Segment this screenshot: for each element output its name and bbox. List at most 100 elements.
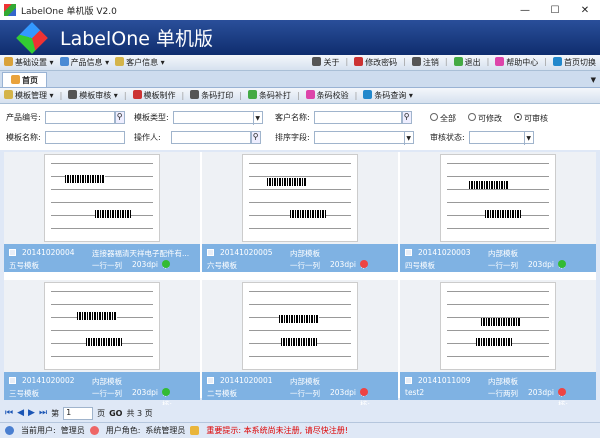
customer-name-input[interactable] <box>313 111 402 124</box>
user-icon <box>5 426 14 435</box>
pagination: ⏮ ◀ ▶ ⏭ 第 1 页 GO 共 3 页 <box>0 405 600 421</box>
next-page-icon[interactable]: ▶ <box>28 408 35 418</box>
toolbar-2-icon <box>132 90 142 99</box>
prev-page-icon[interactable]: ◀ <box>17 408 24 418</box>
card-info: 20141020001 内部模板 二号模板 一行一列 203dpi 审核: <box>202 372 398 409</box>
toolbar-3-icon <box>190 90 200 99</box>
radio-0[interactable]: 全部 <box>430 113 456 124</box>
toolbar-5[interactable]: 条码校验 <box>305 90 349 101</box>
rejected-icon <box>360 388 368 396</box>
first-page-icon[interactable]: ⏮ <box>5 408 13 418</box>
radio-1[interactable]: 可修改 <box>468 113 502 124</box>
toolbar-1-icon <box>68 90 78 99</box>
menu-1[interactable]: 产品信息 ▾ <box>59 57 109 68</box>
banner: LabelOne 单机版 <box>0 20 600 55</box>
menu-right-2[interactable]: 注销 <box>411 57 439 68</box>
card-info: 20141011009 内部模板 test2 一行两列 203dpi 审核: <box>400 372 596 409</box>
card-info: 20141020003 内部模板 四号模板 一行一列 203dpi 审核: <box>400 244 596 281</box>
template-name-input[interactable] <box>44 131 125 144</box>
template-grid: 20141020004 连接器福清天祥电子配件有... 五号模板 一行一列 20… <box>4 152 596 409</box>
menu-right-1[interactable]: 修改密码 <box>354 57 397 68</box>
menu-2[interactable]: 客户信息 ▾ <box>115 57 165 68</box>
card-checkbox[interactable] <box>405 377 412 384</box>
toolbar-1[interactable]: 模板审核 ▾ <box>68 90 118 101</box>
template-card[interactable]: 20141020002 内部模板 三号模板 一行一列 203dpi 审核: <box>4 280 200 409</box>
rejected-icon <box>360 260 368 268</box>
toolbar-6[interactable]: 条码查询 ▾ <box>363 90 413 101</box>
chevron-down-icon: ▼ <box>403 132 413 145</box>
label-preview <box>242 154 358 242</box>
template-card[interactable]: 20141020005 内部模板 六号模板 一行一列 203dpi 审核: <box>202 152 398 281</box>
label-preview <box>44 154 160 242</box>
toolbar-5-icon <box>305 90 315 99</box>
template-card[interactable]: 20141020001 内部模板 二号模板 一行一列 203dpi 审核: <box>202 280 398 409</box>
template-type-select[interactable]: ▼ <box>172 111 263 125</box>
toolbar-3[interactable]: 条码打印 <box>190 90 233 101</box>
minimize-button[interactable]: — <box>510 5 540 16</box>
sort-field-select[interactable]: ▼ <box>313 131 414 145</box>
close-button[interactable]: ✕ <box>570 5 600 16</box>
card-info: 20141020004 连接器福清天祥电子配件有... 五号模板 一行一列 20… <box>4 244 200 281</box>
menu-right-3[interactable]: 退出 <box>453 57 481 68</box>
toolbar-4[interactable]: 条码补打 <box>247 90 291 101</box>
chevron-down-icon: ▼ <box>252 112 262 125</box>
card-checkbox[interactable] <box>9 249 16 256</box>
card-checkbox[interactable] <box>9 377 16 384</box>
window-title: LabelOne 单机版 V2.0 <box>21 6 117 17</box>
chevron-down-icon: ▼ <box>523 132 533 145</box>
maximize-button[interactable]: ☐ <box>540 5 570 16</box>
template-card[interactable]: 20141020004 连接器福清天祥电子配件有... 五号模板 一行一列 20… <box>4 152 200 281</box>
card-checkbox[interactable] <box>207 249 214 256</box>
card-info: 20141020005 内部模板 六号模板 一行一列 203dpi 审核: <box>202 244 398 281</box>
home-icon <box>11 75 20 84</box>
app-logo-icon <box>4 4 16 16</box>
banner-title: LabelOne 单机版 <box>60 28 213 50</box>
audit-status-select[interactable]: ▼ <box>468 131 534 145</box>
tab-menu-chevron-icon[interactable]: ▼ <box>587 76 600 87</box>
menu-right-3-icon <box>453 57 463 66</box>
filter-panel: 产品编号: ⚲ 模板类型: ▼ 客户名称: ⚲ 全部 可修改 可审核 模板名称: 操作人:… <box>0 104 600 150</box>
menu-right-5[interactable]: 首页切换 <box>553 57 596 68</box>
radio-2[interactable]: 可审核 <box>514 113 548 124</box>
card-info: 20141020002 内部模板 三号模板 一行一列 203dpi 审核: <box>4 372 200 409</box>
toolbar-0-icon <box>4 90 13 99</box>
page-input[interactable]: 1 <box>63 406 94 420</box>
label-preview <box>440 154 556 242</box>
search-icon[interactable]: ⚲ <box>250 131 261 144</box>
label-preview <box>242 282 358 370</box>
toolbar-6-icon <box>363 90 373 99</box>
toolbar-4-icon <box>247 90 257 99</box>
menu-right-4[interactable]: 帮助中心 <box>495 57 538 68</box>
rejected-icon <box>558 388 566 396</box>
toolbar-0[interactable]: 模板管理 ▾ <box>4 90 54 101</box>
title-bar: LabelOne 单机版 V2.0 — ☐ ✕ <box>0 0 600 20</box>
toolbar: 模板管理 ▾ | 模板审核 ▾ | 模板制作 | 条码打印 | 条码补打 | 条码校验 | 条码查询 ▾ <box>0 88 600 104</box>
card-checkbox[interactable] <box>405 249 412 256</box>
cube-logo-icon <box>16 21 48 54</box>
last-page-icon[interactable]: ⏭ <box>39 408 47 418</box>
menu-right-5-icon <box>553 57 562 66</box>
menu-right-1-icon <box>354 57 364 66</box>
menu-1-icon <box>59 57 69 66</box>
menu-right-0[interactable]: 关于 <box>312 57 339 68</box>
status-bar: 当前用户: 管理员 用户角色: 系统管理员 重要提示: 本系统尚未注册, 请尽快注册… <box>0 422 600 438</box>
menu-0-icon <box>4 57 13 66</box>
template-card[interactable]: 20141011009 内部模板 test2 一行两列 203dpi 审核: <box>400 280 596 409</box>
role-icon <box>89 426 99 435</box>
tab-home[interactable]: 首页 <box>2 72 47 87</box>
search-icon[interactable]: ⚲ <box>401 111 412 124</box>
approved-icon <box>558 260 566 268</box>
menu-0[interactable]: 基础设置 ▾ <box>4 57 54 68</box>
template-card[interactable]: 20141020003 内部模板 四号模板 一行一列 203dpi 审核: <box>400 152 596 281</box>
card-checkbox[interactable] <box>207 377 214 384</box>
menu-right-4-icon <box>495 57 505 66</box>
tab-strip: 首页 ▼ <box>0 71 600 88</box>
approved-icon <box>162 388 170 396</box>
go-button[interactable]: GO <box>109 409 122 418</box>
search-icon[interactable]: ⚲ <box>114 111 125 124</box>
toolbar-2[interactable]: 模板制作 <box>132 90 176 101</box>
approved-icon <box>162 260 170 268</box>
operator-input[interactable] <box>170 131 251 144</box>
product-no-input[interactable] <box>44 111 115 124</box>
notice-icon <box>190 426 200 435</box>
